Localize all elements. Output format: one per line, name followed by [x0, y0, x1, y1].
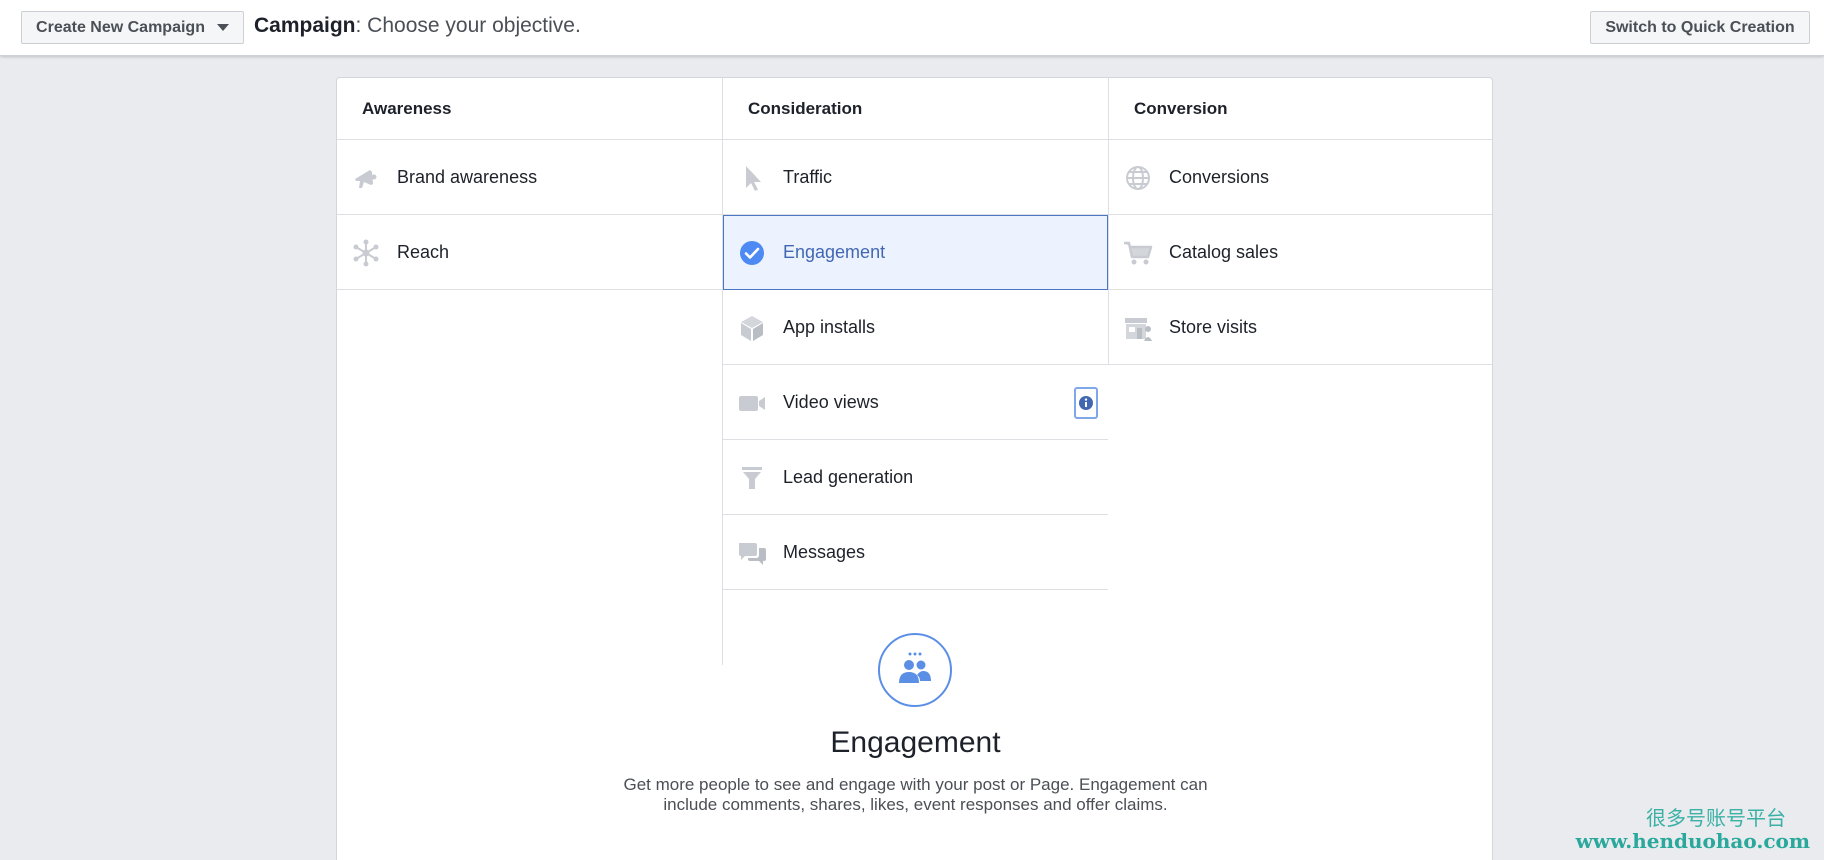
objective-catalog-sales[interactable]: Catalog sales	[1109, 215, 1492, 290]
store-icon	[1123, 313, 1153, 343]
objective-app-installs[interactable]: App installs	[723, 290, 1108, 365]
objective-label: Store visits	[1169, 316, 1258, 337]
top-bar: Create New Campaign Campaign: Choose you…	[0, 0, 1824, 56]
video-camera-icon	[737, 388, 767, 418]
chat-bubbles-icon	[737, 538, 767, 568]
objective-store-visits[interactable]: Store visits	[1109, 290, 1492, 365]
quick-button-label: Switch to Quick Creation	[1605, 18, 1795, 36]
objective-label: App installs	[783, 316, 876, 337]
reach-icon	[351, 238, 381, 268]
objective-detail-text: Get more people to see and engage with y…	[623, 775, 1208, 814]
objective-label: Messages	[783, 541, 866, 562]
watermark-text: 很多号账号平台	[1646, 806, 1786, 830]
check-circle-icon	[737, 238, 767, 268]
cursor-icon	[737, 163, 767, 193]
page-title-bold: Campaign	[254, 14, 356, 37]
objective-detail-title: Engagement	[830, 726, 1001, 759]
objective-engagement[interactable]: Engagement	[723, 215, 1108, 290]
watermark-url: www.henduohao.com	[1575, 829, 1810, 853]
cart-icon	[1123, 238, 1153, 268]
objective-label: Engagement	[783, 241, 886, 262]
create-new-campaign-button[interactable]: Create New Campaign	[21, 11, 244, 44]
column-consideration: Consideration Traffic Engagement App ins…	[723, 78, 1108, 590]
objective-detail-icon	[878, 633, 952, 707]
objective-label: Brand awareness	[397, 166, 538, 187]
column-header-conversion: Conversion	[1109, 78, 1492, 140]
info-button[interactable]	[1074, 387, 1098, 419]
create-button-label: Create New Campaign	[36, 18, 205, 36]
megaphone-icon	[351, 163, 381, 193]
box-icon	[737, 313, 767, 343]
people-icon	[899, 652, 931, 683]
objective-traffic[interactable]: Traffic	[723, 140, 1108, 215]
column-header-consideration: Consideration	[723, 78, 1108, 140]
column-conversion: Conversion Conversions Catalog sales Sto…	[1109, 78, 1492, 365]
objective-video-views[interactable]: Video views	[723, 365, 1108, 440]
objective-lead-generation[interactable]: Lead generation	[723, 440, 1108, 515]
switch-to-quick-creation-button[interactable]: Switch to Quick Creation	[1590, 11, 1810, 44]
objective-messages[interactable]: Messages	[723, 515, 1108, 590]
objective-label: Catalog sales	[1169, 241, 1279, 262]
objective-label: Conversions	[1169, 166, 1270, 187]
info-icon	[1079, 396, 1093, 410]
globe-icon	[1123, 163, 1153, 193]
caret-down-icon	[216, 24, 229, 31]
page-title: Campaign: Choose your objective.	[254, 14, 581, 38]
objective-label: Traffic	[783, 166, 833, 187]
objective-label: Lead generation	[783, 466, 914, 487]
objective-label: Video views	[783, 391, 879, 412]
objective-panel: Awareness Brand awareness Reach Consider…	[336, 77, 1493, 860]
objective-label: Reach	[397, 241, 450, 262]
objective-reach[interactable]: Reach	[337, 215, 722, 290]
column-awareness: Awareness Brand awareness Reach	[337, 78, 722, 290]
funnel-icon	[737, 463, 767, 493]
objective-brand-awareness[interactable]: Brand awareness	[337, 140, 722, 215]
column-header-awareness: Awareness	[337, 78, 722, 140]
page-title-rest: : Choose your objective.	[355, 14, 581, 37]
objective-conversions[interactable]: Conversions	[1109, 140, 1492, 215]
